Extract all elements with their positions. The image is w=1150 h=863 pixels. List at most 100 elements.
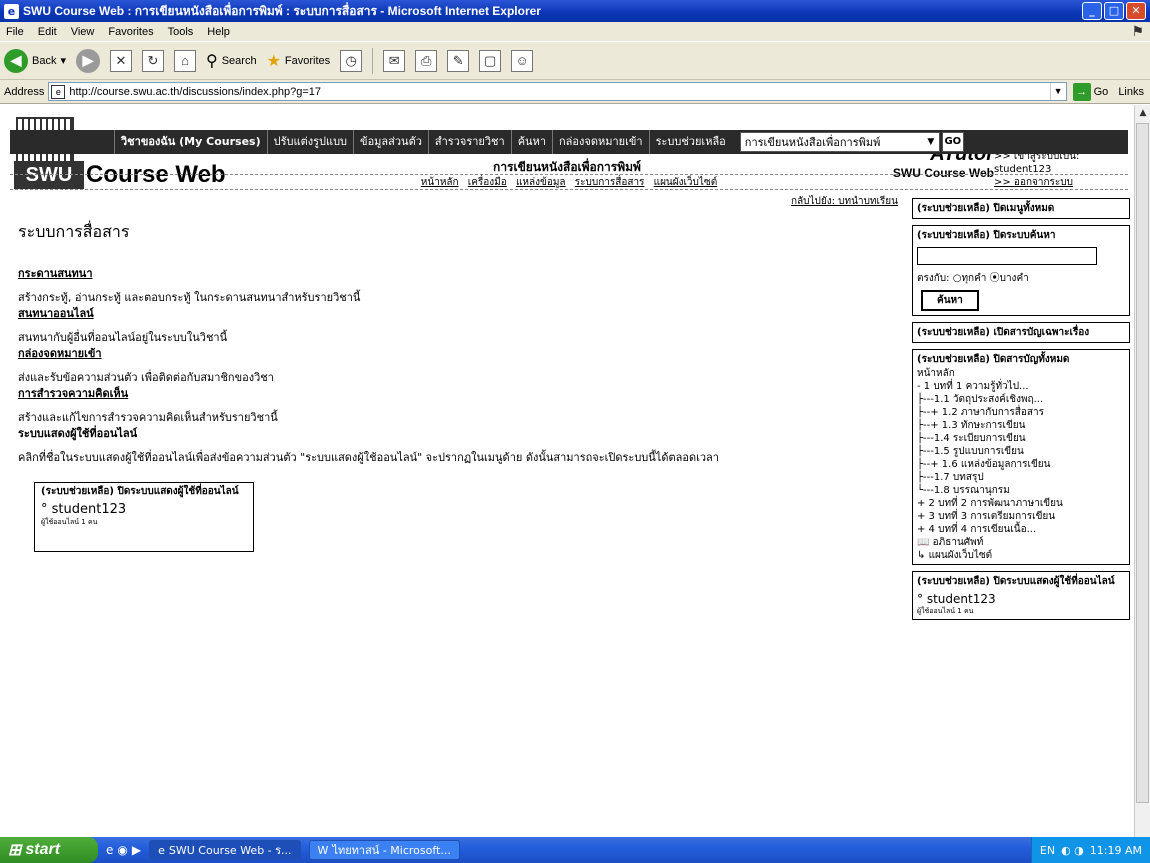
open-related-link[interactable]: (ระบบช่วยเหลือ) เปิดสารบัญเฉพาะเรื่อง — [917, 327, 1089, 338]
address-url[interactable]: http://course.swu.ac.th/discussions/inde… — [69, 86, 1045, 98]
polls-link[interactable]: การสำรวจความคิดเห็น — [18, 384, 278, 402]
users-online-box-title[interactable]: (ระบบช่วยเหลือ) ปิดระบบแสดงผู้ใช้ที่ออนไ… — [41, 486, 247, 498]
sidebar-users-title[interactable]: (ระบบช่วยเหลือ) ปิดระบบแสดงผู้ใช้ที่ออนไ… — [917, 574, 1125, 589]
radio-any[interactable]: ⦿บางคำ — [990, 273, 1029, 284]
menu-view[interactable]: View — [71, 26, 95, 38]
sidebar-online-user[interactable]: ° student123 — [917, 592, 1125, 606]
toc-item[interactable]: ├--+ 1.2 ภาษากับการสื่อสาร — [917, 406, 1125, 419]
toc-glossary[interactable]: 📖 อภิธานศัพท์ — [917, 536, 1125, 549]
mail-button[interactable]: ✉ — [383, 49, 406, 72]
course-go-button[interactable]: GO — [941, 132, 964, 152]
start-label: start — [25, 841, 61, 858]
toc-home[interactable]: หน้าหลัก — [917, 367, 1125, 380]
close-toc-link[interactable]: (ระบบช่วยเหลือ) ปิดสารบัญทั้งหมด — [917, 352, 1125, 367]
forward-button[interactable]: ▶ — [76, 48, 100, 73]
inbox-link[interactable]: กล่องจดหมายเข้า — [18, 344, 274, 362]
sidebar-search-input[interactable] — [917, 247, 1097, 265]
clock: 11:19 AM — [1089, 843, 1142, 857]
home-button[interactable]: ⌂ — [174, 49, 196, 72]
edit-button[interactable]: ✎ — [447, 49, 470, 72]
toc-item[interactable]: + 2 บทที่ 2 การพัฒนาภาษาเขียน — [917, 497, 1125, 510]
nav-profile[interactable]: ข้อมูลส่วนตัว — [353, 130, 428, 154]
language-indicator[interactable]: EN — [1040, 844, 1055, 857]
close-menu-link[interactable]: (ระบบช่วยเหลือ) ปิดเมนูทั้งหมด — [917, 203, 1054, 214]
search-label: Search — [221, 54, 257, 67]
scroll-thumb[interactable] — [1136, 123, 1149, 803]
favorites-button[interactable]: ★ Favorites — [267, 51, 331, 71]
toc-item[interactable]: - 1 บทที่ 1 ความรู้ทั่วไป... — [917, 380, 1125, 393]
close-search-link[interactable]: (ระบบช่วยเหลือ) ปิดระบบค้นหา — [917, 228, 1125, 243]
nav-browse-courses[interactable]: สำรวจรายวิชา — [427, 130, 511, 154]
print-button[interactable]: ⎙ — [415, 49, 438, 72]
favorites-label: Favorites — [284, 54, 331, 67]
toc-sitemap[interactable]: ↳ แผนผังเว็บไซต์ — [917, 549, 1125, 562]
nav-search[interactable]: ค้นหา — [510, 130, 552, 154]
sidebar-users-box: (ระบบช่วยเหลือ) ปิดระบบแสดงผู้ใช้ที่ออนไ… — [912, 571, 1130, 620]
back-label: Back — [32, 54, 57, 67]
scroll-up-icon[interactable]: ▲ — [1135, 105, 1150, 121]
chat-link[interactable]: สนทนาออนไลน์ — [18, 304, 227, 322]
minimize-button[interactable]: _ — [1082, 2, 1102, 20]
go-button[interactable]: → Go — [1072, 82, 1108, 101]
nav-help[interactable]: ระบบช่วยเหลือ — [648, 130, 732, 154]
toc-item[interactable]: + 3 บทที่ 3 การเตรียมการเขียน — [917, 510, 1125, 523]
nav-my-courses[interactable]: วิชาของฉัน (My Courses) — [114, 130, 267, 154]
messenger-button[interactable]: ☺ — [511, 49, 534, 72]
taskbar-word-window[interactable]: W ไทยทาสน์ - Microsoft... — [308, 840, 460, 860]
back-to-link[interactable]: กลับไปยัง: บทนำบทเรียน — [791, 194, 898, 209]
nav-preferences[interactable]: ปรับแต่งรูปแบบ — [266, 130, 353, 154]
subnav-tools[interactable]: เครื่องมือ — [468, 177, 507, 188]
links-button[interactable]: Links — [1118, 86, 1144, 98]
subnav-communication[interactable]: ระบบการสื่อสาร — [575, 177, 645, 188]
ie-quicklaunch-icon[interactable]: e — [106, 843, 113, 857]
refresh-button[interactable]: ↻ — [142, 49, 164, 72]
forum-link[interactable]: กระดานสนทนา — [18, 264, 360, 282]
desktop-quicklaunch-icon[interactable]: ◉ — [117, 843, 127, 857]
nav-inbox[interactable]: กล่องจดหมายเข้า — [552, 130, 649, 154]
toc-item[interactable]: + 4 บทที่ 4 การเขียนเนื้อ... — [917, 523, 1125, 536]
history-button[interactable]: ◷ — [340, 49, 363, 72]
subnav-home[interactable]: หน้าหลัก — [421, 177, 459, 188]
maximize-button[interactable]: □ — [1104, 2, 1124, 20]
address-input[interactable]: e http://course.swu.ac.th/discussions/in… — [48, 82, 1067, 101]
menu-file[interactable]: File — [6, 26, 24, 38]
course-select[interactable]: การเขียนหนังสือเพื่อการพิมพ์ ▼ — [739, 132, 940, 152]
sidebar-search-button[interactable]: ค้นหา — [921, 290, 979, 311]
address-bar: Address e http://course.swu.ac.th/discus… — [0, 80, 1150, 104]
radio-any-label: บางคำ — [999, 273, 1029, 284]
toc-item[interactable]: ├---1.7 บทสรุป — [917, 471, 1125, 484]
menu-help[interactable]: Help — [207, 26, 230, 38]
toc-item[interactable]: ├---1.1 วัตถุประสงค์เชิงพฤ... — [917, 393, 1125, 406]
subnav-sitemap[interactable]: แผนผังเว็บไซต์ — [654, 177, 718, 188]
toc-item[interactable]: └---1.8 บรรณานุกรม — [917, 484, 1125, 497]
back-button[interactable]: ◀ Back ▾ — [4, 48, 66, 73]
close-button[interactable]: ✕ — [1126, 2, 1146, 20]
right-sidebar: (ระบบช่วยเหลือ) ปิดเมนูทั้งหมด (ระบบช่วย… — [912, 198, 1130, 626]
ie-task-icon: e — [158, 843, 165, 857]
search-button[interactable]: ⚲ Search — [206, 51, 257, 71]
chevron-down-icon[interactable]: ▼ — [1049, 83, 1066, 100]
close-menu-box: (ระบบช่วยเหลือ) ปิดเมนูทั้งหมด — [912, 198, 1130, 219]
start-button[interactable]: ⊞ start — [0, 837, 98, 863]
toc-item[interactable]: ├--+ 1.3 ทักษะการเขียน — [917, 419, 1125, 432]
media-quicklaunch-icon[interactable]: ▶ — [132, 843, 141, 857]
sidebar-online-user-name[interactable]: student123 — [927, 592, 996, 606]
subnav-resources[interactable]: แหล่งข้อมูล — [516, 177, 566, 188]
back-arrow-icon: ◀ — [4, 48, 28, 73]
toc-item[interactable]: ├---1.4 ระเบียบการเขียน — [917, 432, 1125, 445]
online-user-name[interactable]: student123 — [52, 502, 127, 517]
vertical-scrollbar[interactable]: ▲ — [1134, 105, 1150, 837]
discuss-button[interactable]: ▢ — [479, 49, 502, 72]
online-user[interactable]: ° student123 — [41, 502, 247, 517]
toc-item[interactable]: ├---1.5 รูปแบบการเขียน — [917, 445, 1125, 458]
menu-tools[interactable]: Tools — [168, 26, 194, 38]
radio-all[interactable]: ○ทุกคำ — [953, 273, 987, 284]
windows-taskbar: ⊞ start e ◉ ▶ e SWU Course Web - ร... W … — [0, 837, 1150, 863]
menu-favorites[interactable]: Favorites — [108, 26, 153, 38]
sitemap-icon: ↳ — [917, 550, 926, 561]
taskbar-ie-label: SWU Course Web - ร... — [168, 844, 292, 857]
taskbar-ie-window[interactable]: e SWU Course Web - ร... — [149, 840, 301, 860]
toc-item[interactable]: ├--+ 1.6 แหล่งข้อมูลการเขียน — [917, 458, 1125, 471]
stop-button[interactable]: ✕ — [110, 49, 132, 72]
menu-edit[interactable]: Edit — [38, 26, 57, 38]
